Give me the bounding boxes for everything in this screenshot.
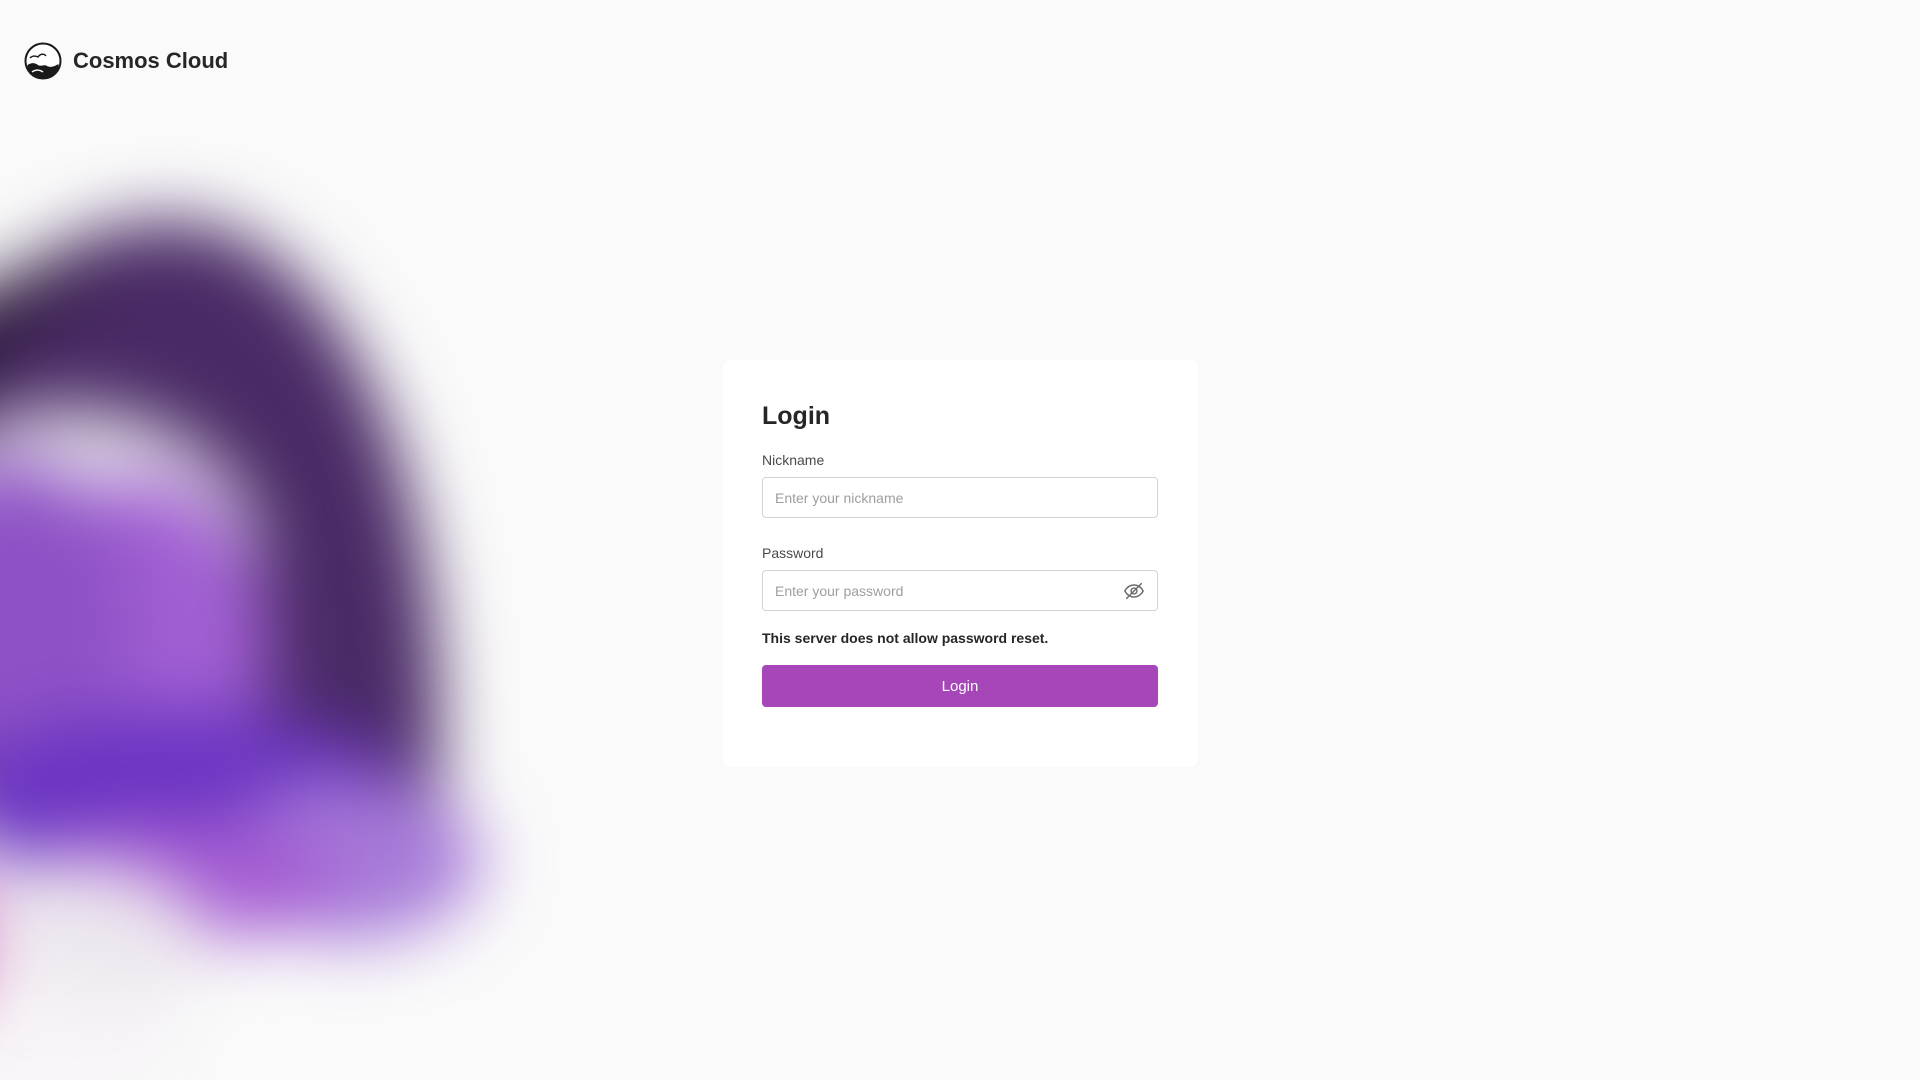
password-input[interactable] — [763, 571, 1157, 610]
login-page: Cosmos Cloud Login Nickname Password Thi… — [0, 0, 1920, 1080]
nickname-label: Nickname — [762, 452, 825, 468]
background-art — [0, 180, 600, 1080]
login-title: Login — [762, 402, 831, 430]
toggle-password-visibility-button[interactable] — [1123, 580, 1145, 602]
password-label: Password — [762, 545, 824, 561]
app-header: Cosmos Cloud — [24, 42, 228, 80]
cosmos-cloud-logo-icon — [24, 42, 62, 80]
password-reset-notice: This server does not allow password rese… — [762, 630, 1049, 646]
login-card: Login Nickname Password This server does… — [723, 360, 1198, 767]
login-button[interactable]: Login — [762, 665, 1158, 707]
nickname-input[interactable] — [763, 478, 1157, 517]
password-field — [762, 570, 1158, 611]
brand-name: Cosmos Cloud — [73, 48, 229, 73]
eye-off-icon — [1124, 582, 1144, 600]
nickname-field — [762, 477, 1158, 518]
